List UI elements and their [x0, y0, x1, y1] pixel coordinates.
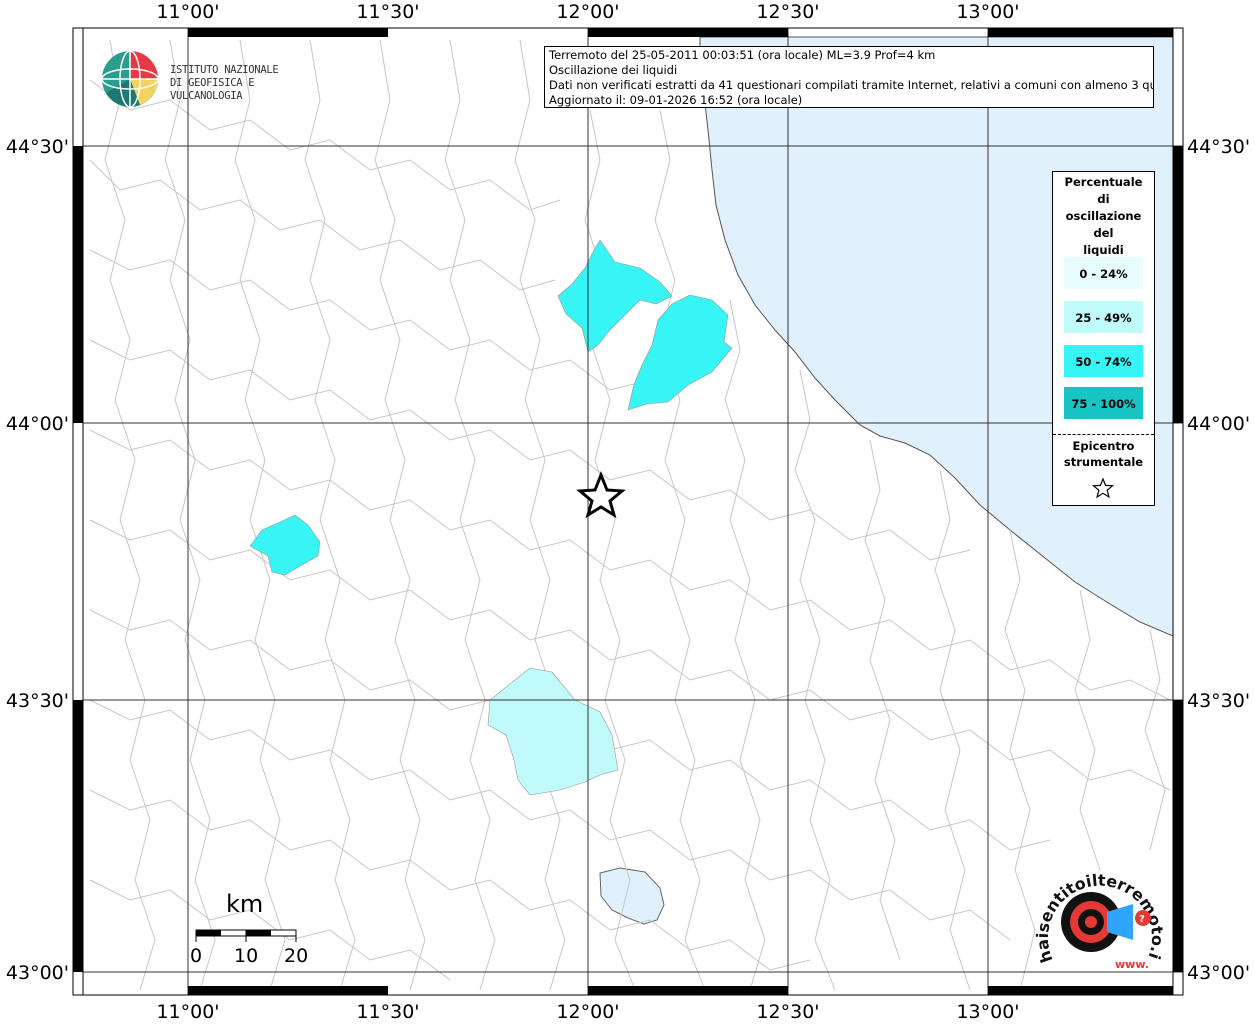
ingv-name-line2: DI GEOFISICA E VULCANOLOGIA — [170, 77, 255, 102]
lat-tick-right-3: 43°30' — [1187, 690, 1250, 712]
lat-tick-left-1: 44°30' — [6, 136, 69, 158]
scale-label-10: 10 — [234, 945, 259, 967]
lon-tick-top-5: 13°00' — [956, 1, 1019, 23]
lon-tick-top-4: 12°30' — [756, 1, 819, 23]
legend-class-0-24: 0 - 24% — [1063, 256, 1144, 290]
scale-label-0: 0 — [190, 945, 203, 967]
ingv-name-line1: ISTITUTO NAZIONALE — [170, 64, 279, 76]
lat-tick-left-3: 43°30' — [6, 690, 69, 712]
scale-bar: km 0 10 20 — [188, 890, 318, 970]
legend-title-line1: Percentuale — [1064, 175, 1143, 189]
parameter-line: Oscillazione dei liquidi — [549, 63, 678, 77]
lon-tick-bottom-4: 12°30' — [756, 1001, 819, 1023]
ingv-logo: ISTITUTO NAZIONALE DI GEOFISICA E VULCAN… — [100, 48, 320, 108]
lon-tick-top-1: 11°00' — [156, 1, 219, 23]
legend-title: Percentuale di oscillazione del liquidi — [1053, 172, 1154, 259]
legend-title-line4: del — [1093, 226, 1114, 240]
event-info-box: Terremoto del 25-05-2011 00:03:51 (ora l… — [544, 46, 1154, 108]
lat-tick-left-2: 44°00' — [6, 413, 69, 435]
data-note-line: Dati non verificati estratti da 41 quest… — [549, 78, 1154, 92]
lon-tick-bottom-3: 12°00' — [556, 1001, 619, 1023]
ingv-org-name: ISTITUTO NAZIONALE DI GEOFISICA E VULCAN… — [170, 64, 320, 103]
hai-sentito-logo: haisentitoilterremoto.it ? www. — [1031, 845, 1167, 971]
map-legend: Percentuale di oscillazione del liquidi … — [1052, 171, 1155, 506]
lat-tick-left-4: 43°00' — [6, 962, 69, 984]
legend-class-25-49: 25 - 49% — [1063, 300, 1144, 334]
legend-epicenter-line1: Epicentro — [1072, 439, 1135, 453]
lon-tick-bottom-5: 13°00' — [956, 1001, 1019, 1023]
lat-tick-right-2: 44°00' — [1187, 413, 1250, 435]
updated-line: Aggiornato il: 09-01-2026 16:52 (ora loc… — [549, 93, 803, 107]
lon-tick-bottom-2: 11°30' — [356, 1001, 419, 1023]
legend-epicenter-label: Epicentro strumentale — [1053, 438, 1154, 470]
scale-label-20: 20 — [284, 945, 309, 967]
legend-title-line2: di — [1097, 192, 1110, 206]
legend-title-line3: oscillazione — [1065, 209, 1142, 223]
globe-icon — [101, 50, 159, 108]
lon-tick-top-3: 12°00' — [556, 1, 619, 23]
lon-tick-top-2: 11°30' — [356, 1, 419, 23]
lon-tick-bottom-1: 11°00' — [156, 1001, 219, 1023]
legend-class-75-100: 75 - 100% — [1063, 386, 1144, 420]
svg-text:?: ? — [1139, 914, 1145, 925]
lat-tick-right-4: 43°00' — [1187, 962, 1250, 984]
scale-unit: km — [226, 890, 264, 918]
legend-class-50-74: 50 - 74% — [1063, 344, 1144, 378]
event-line: Terremoto del 25-05-2011 00:03:51 (ora l… — [549, 48, 936, 62]
badge-url: www. — [1115, 958, 1149, 971]
hai-sentito-badge: haisentitoilterremoto.it ? www. — [1031, 845, 1167, 985]
lat-tick-right-1: 44°30' — [1187, 136, 1250, 158]
legend-star-icon — [1091, 477, 1115, 499]
legend-divider — [1053, 434, 1154, 435]
legend-epicenter-line2: strumentale — [1063, 455, 1144, 469]
